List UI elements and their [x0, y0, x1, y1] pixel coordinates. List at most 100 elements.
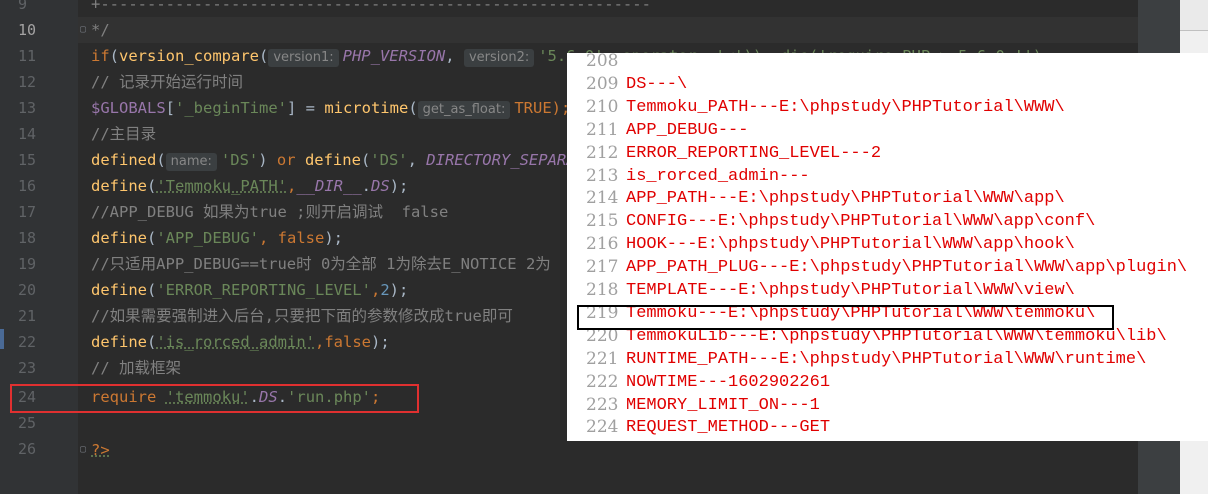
param-hint: version1:	[268, 49, 339, 67]
line-number[interactable]: 26	[0, 436, 78, 462]
paren: (	[408, 99, 418, 117]
constant: __DIR__	[296, 177, 362, 195]
code-line-18[interactable]: define('APP_DEBUG', false);	[91, 225, 343, 251]
comma: ,	[445, 47, 455, 65]
keyword: if	[91, 47, 110, 65]
paren: (	[360, 151, 371, 169]
output-line-number: 214	[586, 188, 619, 209]
string-literal: 'Temmoku_PATH'	[156, 177, 287, 195]
output-line-text: HOOK---E:\phpstudy\PHPTutorial\WWW\app\h…	[626, 235, 1075, 255]
comment-text: // 记录开始运行时间	[91, 73, 243, 91]
line-number[interactable]: 17	[0, 199, 78, 225]
output-line: 215 CONFIG---E:\phpstudy\PHPTutorial\WWW\…	[567, 210, 1208, 233]
line-number[interactable]: 25	[0, 410, 78, 436]
fold-icon[interactable]: ▢	[78, 17, 88, 43]
variable: $GLOBALS	[91, 99, 166, 117]
line-number[interactable]: 10	[0, 17, 78, 43]
operator: .	[361, 177, 372, 195]
fold-icon[interactable]: ▢	[78, 437, 88, 463]
code-line-22[interactable]: define('is_rorced_admin',false);	[91, 329, 390, 355]
line-number-text: 9	[18, 0, 28, 13]
line-number[interactable]: 18	[0, 225, 78, 251]
output-line-number: 212	[586, 142, 619, 163]
comma: ,	[370, 281, 381, 299]
code-line-23[interactable]: // 加载框架	[91, 355, 181, 381]
code-line-10[interactable]: */	[91, 17, 110, 43]
string-literal: 'APP_DEBUG'	[156, 229, 259, 247]
line-number[interactable]: 13	[0, 95, 78, 121]
string-literal: 'is_rorced_admin'	[156, 333, 315, 351]
code-line-17[interactable]: //APP_DEBUG 如果为true ;则开启调试 false	[91, 199, 448, 225]
line-number[interactable]: 22	[0, 329, 78, 355]
gutter-marker	[0, 329, 4, 349]
code-line-21[interactable]: //如果需要强制进入后台,只要把下面的参数修改成true即可	[91, 303, 513, 329]
comment-text: +---------------------------------------…	[91, 0, 651, 13]
output-line-text: Temmoku_PATH---E:\phpstudy\PHPTutorial\W…	[626, 97, 1065, 117]
paren: (	[259, 47, 269, 65]
paren: (	[156, 151, 166, 169]
paren: (	[109, 47, 120, 65]
output-line: 211 APP_DEBUG---	[567, 119, 1208, 142]
comma: ,	[407, 151, 427, 169]
code-line-20[interactable]: define('ERROR_REPORTING_LEVEL',2);	[91, 277, 408, 303]
comma: ,	[287, 177, 297, 195]
line-number[interactable]: 15	[0, 147, 78, 173]
string-literal: 'DS'	[370, 151, 408, 169]
highlight-box-black	[577, 305, 1114, 330]
operator: ] =	[286, 99, 325, 117]
paren: );	[389, 281, 409, 299]
code-line-13[interactable]: $GLOBALS['_beginTime'] = microtime(get_a…	[91, 95, 570, 121]
comma: ,	[314, 333, 325, 351]
output-line: 208	[567, 50, 1208, 73]
string-literal: 'DS'	[220, 151, 259, 169]
line-number-text: 19	[18, 255, 37, 273]
line-number[interactable]: 21	[0, 303, 78, 329]
output-line-text: MEMORY_LIMIT_ON---1	[626, 395, 820, 415]
function-name: define	[91, 229, 147, 247]
line-number[interactable]: 12	[0, 69, 78, 95]
code-line-16[interactable]: define('Temmoku_PATH',__DIR__.DS);	[91, 173, 408, 199]
code-line-26[interactable]: ?>	[91, 437, 110, 463]
keyword: or	[276, 151, 296, 169]
constant: PHP_VERSION	[342, 47, 446, 65]
code-line-19[interactable]: //只适用APP_DEBUG==true时 0为全部 1为除去E_NOTICE …	[91, 251, 551, 277]
line-number[interactable]: 23	[0, 355, 78, 381]
code-line-14[interactable]: //主目录	[91, 121, 156, 147]
line-number-text: 14	[18, 125, 37, 143]
output-line: 221 RUNTIME_PATH---E:\phpstudy\PHPTutoria…	[567, 348, 1208, 371]
output-line: 224 REQUEST_METHOD---GET	[567, 416, 1208, 439]
comment-text: //APP_DEBUG 如果为true ;则开启调试 false	[91, 203, 449, 221]
function-name: define	[304, 151, 361, 169]
output-line: 212 ERROR_REPORTING_LEVEL---2	[567, 142, 1208, 165]
line-number[interactable]: 9	[0, 0, 78, 17]
line-number[interactable]: 19	[0, 251, 78, 277]
line-number[interactable]: 14	[0, 121, 78, 147]
line-number-text: 22	[18, 333, 37, 351]
output-line-text: is_rorced_admin---	[626, 166, 810, 186]
comma: ,	[259, 229, 278, 247]
paren: (	[147, 229, 157, 247]
line-number-text: 10	[18, 21, 37, 39]
line-number[interactable]: 20	[0, 277, 78, 303]
string-literal: '_beginTime'	[175, 99, 287, 117]
paren: )	[258, 151, 277, 169]
code-line-15[interactable]: defined(name: 'DS') or define('DS', DIREC…	[91, 147, 622, 173]
comment-text: //如果需要强制进入后台,只要把下面的参数修改成true即可	[91, 307, 513, 325]
side-window-tab[interactable]	[1180, 0, 1208, 31]
line-number[interactable]: 16	[0, 173, 78, 199]
code-line-9[interactable]: +---------------------------------------…	[91, 0, 651, 17]
output-line: 213 is_rorced_admin---	[567, 165, 1208, 188]
function-name: define	[91, 333, 147, 351]
line-number-text: 13	[18, 99, 37, 117]
function-name: microtime	[324, 99, 409, 117]
code-line-12[interactable]: // 记录开始运行时间	[91, 69, 243, 95]
string-literal: 'ERROR_REPORTING_LEVEL'	[156, 281, 371, 299]
line-number-gutter[interactable]: 9 10 11 12 13 14 15 16 17 18 19 20 21 22 23 24 25 26	[0, 0, 78, 494]
line-number-text: 23	[18, 359, 37, 377]
line-number[interactable]: 11	[0, 43, 78, 69]
paren: );	[389, 177, 409, 195]
current-line-highlight	[78, 17, 1138, 43]
paren: );	[371, 333, 390, 351]
function-name: define	[91, 177, 147, 195]
output-line-text: APP_PATH---E:\phpstudy\PHPTutorial\WWW\a…	[626, 189, 1065, 209]
